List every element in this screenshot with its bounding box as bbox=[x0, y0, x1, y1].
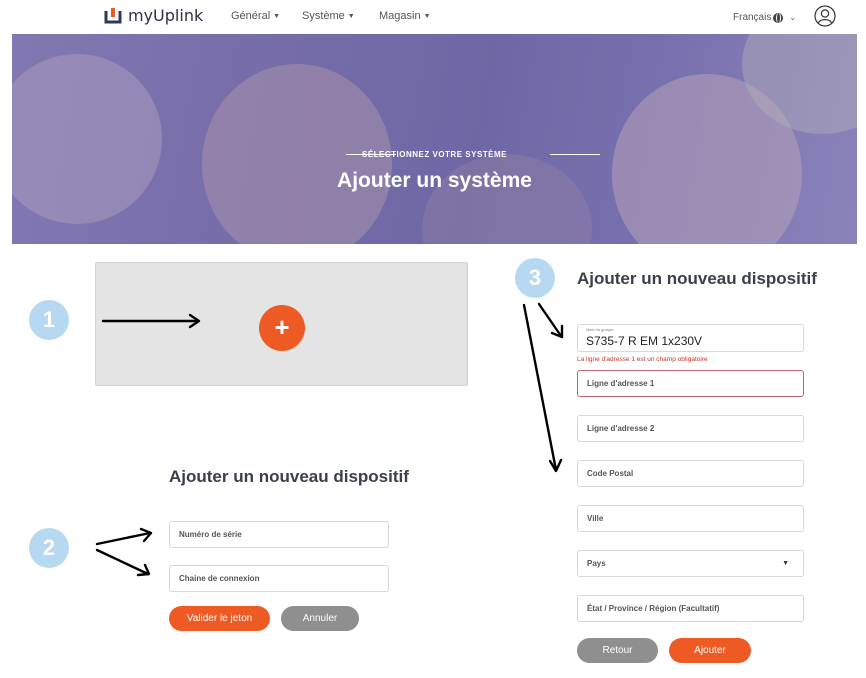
arrow-3b-line bbox=[522, 303, 558, 472]
annotation-arrows bbox=[95, 302, 564, 577]
arrow-2b-line bbox=[95, 548, 150, 576]
arrow-2a-line bbox=[95, 531, 152, 546]
arrow-3a-line bbox=[537, 302, 563, 338]
